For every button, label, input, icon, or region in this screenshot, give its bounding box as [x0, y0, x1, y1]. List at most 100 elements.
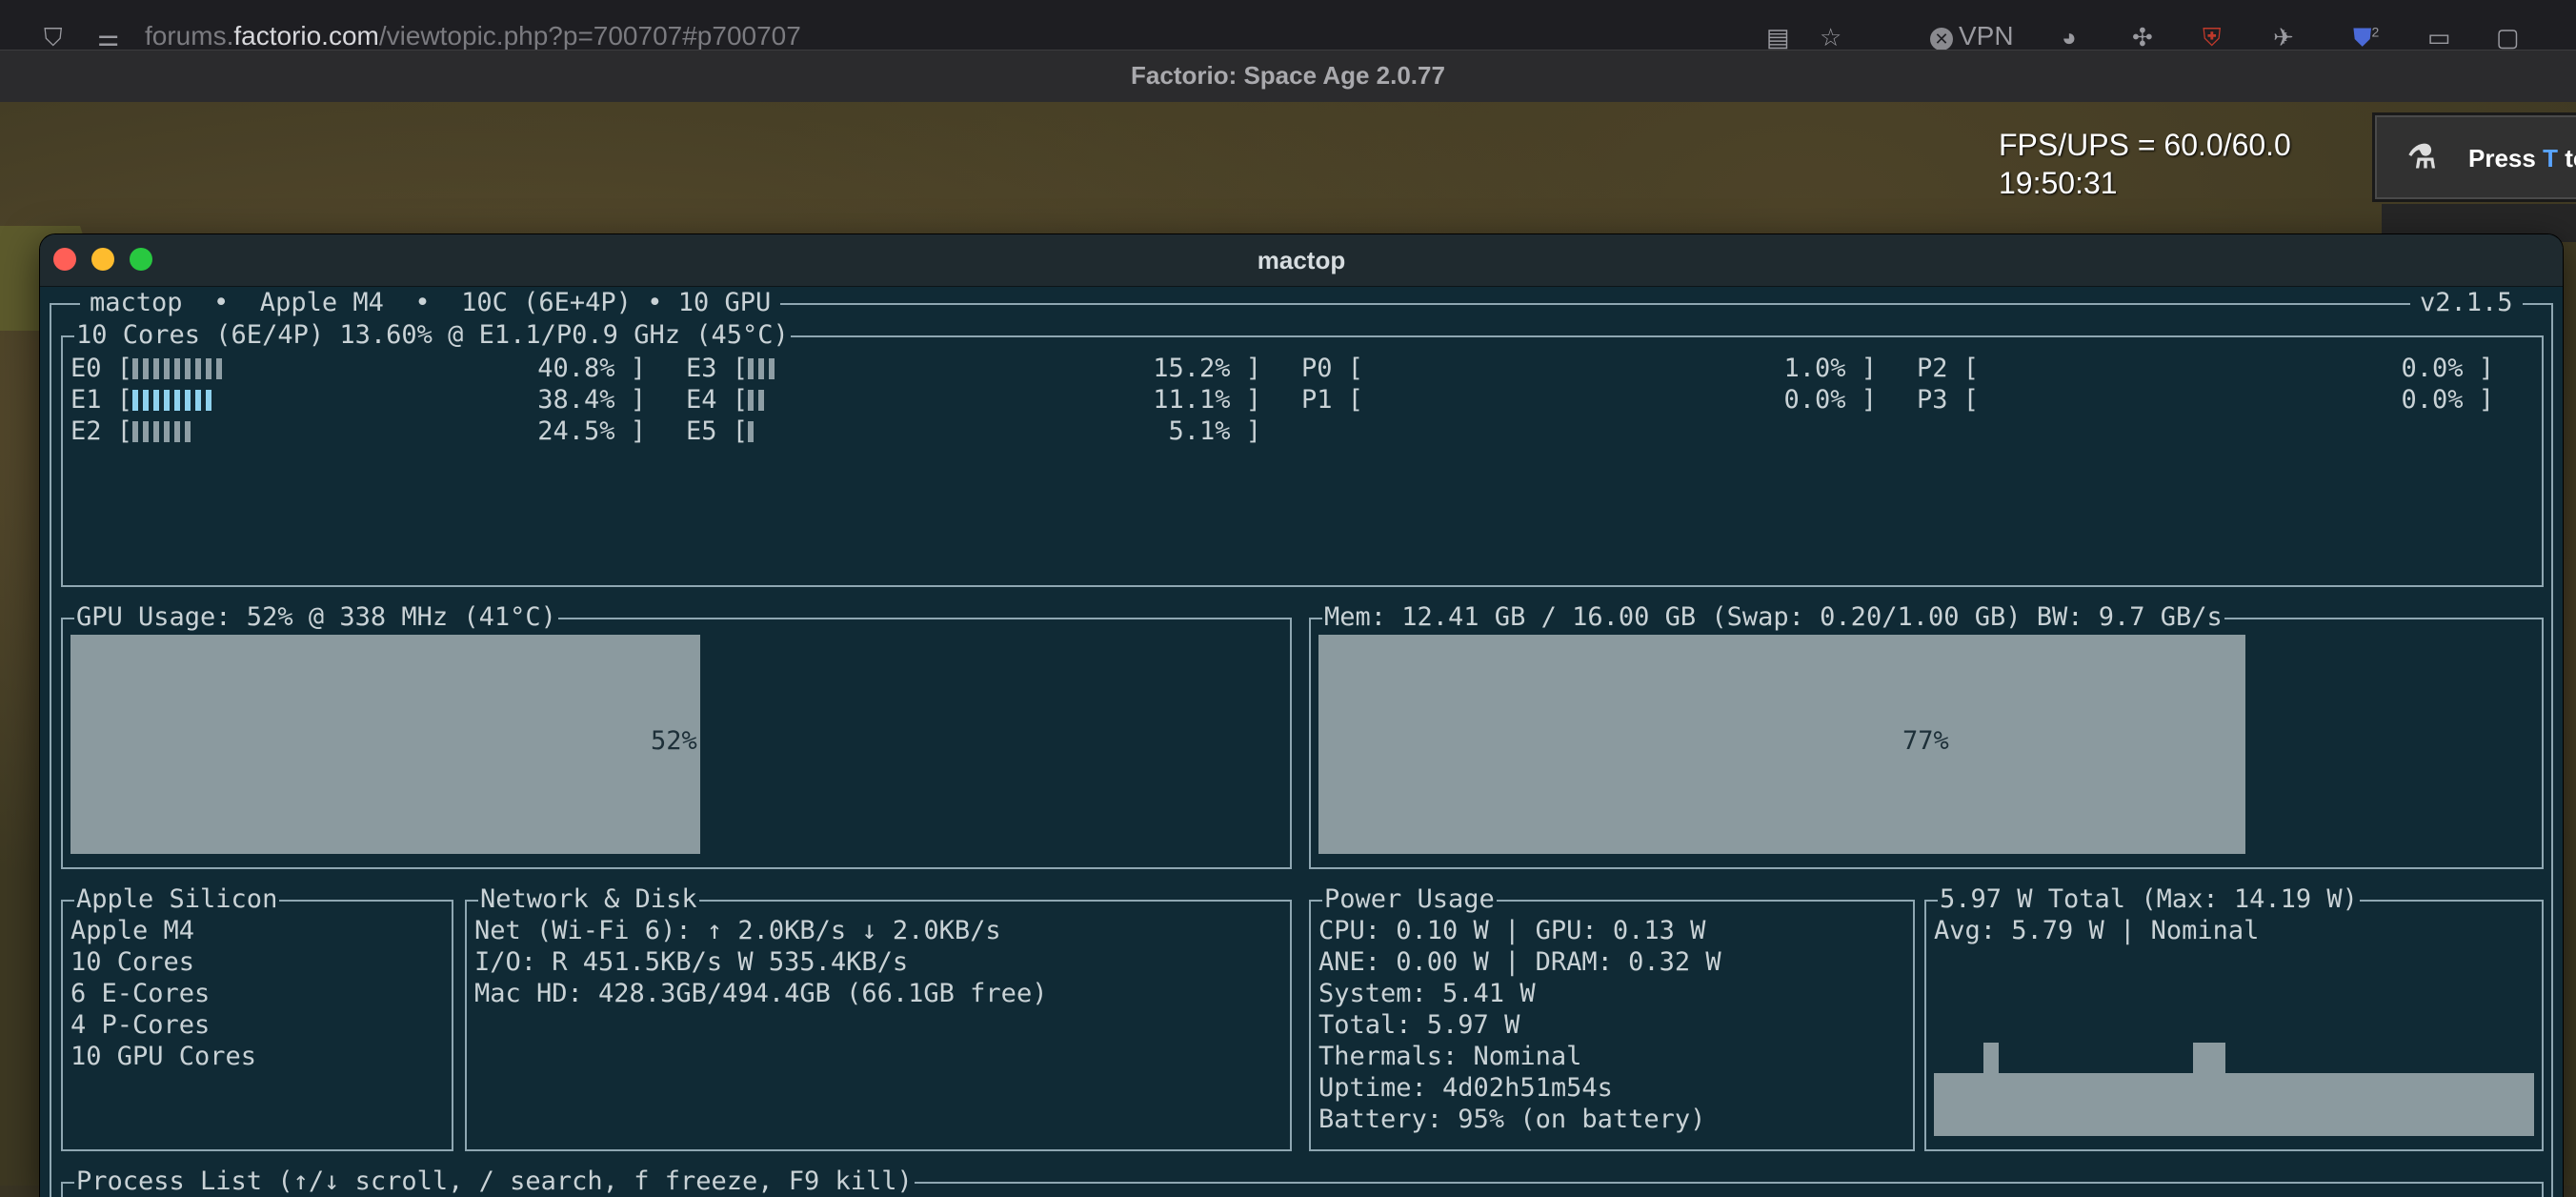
core-usage-segment [164, 421, 171, 442]
core-usage-segment [132, 358, 139, 379]
power-line: CPU: 0.10 W | GPU: 0.13 W [1318, 916, 1706, 945]
terminal-title: mactop [1257, 246, 1346, 274]
core-percent-value: 38.4% [537, 385, 615, 415]
address-bar[interactable]: forums.factorio.com/viewtopic.php?p=7007… [145, 21, 801, 50]
core-label: E2 [70, 416, 102, 446]
memory-usage-gauge [1318, 635, 2245, 854]
reader-view-icon[interactable]: ▤ [1766, 23, 1790, 50]
cpu-core-e1: E1 [ [70, 384, 216, 416]
core-usage-segment [185, 390, 191, 411]
browser-toolbar: ⛉ ⚌ forums.factorio.com/viewtopic.php?p=… [0, 0, 2576, 50]
core-percent-value: 1.0% [1783, 354, 1846, 383]
gpu-usage-percent: 52% [651, 726, 697, 756]
core-percent-value: 24.5% [537, 416, 615, 446]
core-label: P1 [1301, 385, 1333, 415]
mactop-header: mactop • Apple M4 • 10C (6E+4P) • 10 GPU [80, 288, 781, 317]
game-window-title: Factorio: Space Age 2.0.77 [0, 50, 2576, 103]
extension-mask-icon[interactable]: ◕ [2062, 23, 2077, 50]
extension-shield-icon[interactable]: ⛊2 [2353, 23, 2379, 50]
cpu-core-e3: E3 [ [686, 353, 779, 384]
power-line: Uptime: 4d02h51m54s [1318, 1073, 1613, 1103]
core-usage-segment [206, 358, 212, 379]
vpn-label: VPN [1959, 21, 2014, 50]
power-line: System: 5.41 W [1318, 979, 1536, 1008]
cpu-core-e5: E5 [ [686, 416, 758, 447]
power-line: Total: 5.97 W [1318, 1010, 1520, 1040]
silicon-line: Apple M4 [70, 916, 195, 945]
power-sparkline-spike [2193, 1043, 2225, 1075]
window-icon[interactable]: ▢ [2496, 23, 2520, 50]
research-hint-box[interactable]: ⚗ Press T to [2372, 112, 2576, 202]
mactop-version: v2.1.5 [2410, 288, 2523, 317]
minimize-window-button[interactable] [91, 248, 114, 271]
core-percent: 38.4% ] [537, 385, 646, 415]
extension-badge-count: 2 [2371, 24, 2380, 40]
core-percent: 11.1% ] [1153, 385, 1261, 415]
hint-key: T [2543, 144, 2558, 172]
core-percent: 0.0% ] [2401, 354, 2494, 383]
core-percent: 0.0% ] [2401, 385, 2494, 415]
cpu-core-e0: E0 [ [70, 353, 227, 384]
power-sparkline-base [1934, 1073, 2534, 1136]
fps-ups-text: FPS/UPS = 60.0/60.0 [1999, 128, 2291, 162]
gpu-panel-title: GPU Usage: 52% @ 338 MHz (41°C) [74, 602, 558, 633]
url-path: /viewtopic.php?p=700707#p700707 [378, 21, 801, 50]
bookmark-star-icon[interactable]: ☆ [1820, 23, 1841, 50]
core-usage-segment [758, 358, 765, 379]
sidebar-icon[interactable]: ▭ [2427, 23, 2451, 50]
cpu-core-p2: P2 [ [1917, 354, 1980, 383]
core-label: E0 [70, 354, 102, 383]
cpu-core-e4: E4 [ [686, 384, 769, 416]
core-usage-segment [153, 390, 160, 411]
extension-bird-icon[interactable]: ✈ [2273, 23, 2294, 50]
process-list-panel[interactable]: Process List (↑/↓ scroll, / search, f fr… [61, 1167, 2544, 1197]
cpu-core-e2: E2 [ [70, 416, 195, 447]
close-circle-icon: ✕ [1930, 28, 1953, 50]
core-usage-segment [206, 390, 212, 411]
core-label: P2 [1917, 354, 1948, 383]
core-percent-value: 0.0% [2401, 354, 2464, 383]
power-line: ANE: 0.00 W | DRAM: 0.32 W [1318, 947, 1721, 977]
core-usage-segment [143, 358, 150, 379]
core-usage-segment [216, 358, 223, 379]
game-clock: 19:50:31 [1999, 166, 2118, 200]
core-percent: 24.5% ] [537, 416, 646, 446]
cpu-core-p1: P1 [ [1301, 385, 1364, 415]
core-usage-segment [185, 421, 191, 442]
close-window-button[interactable] [53, 248, 76, 271]
vpn-button[interactable]: ✕ VPN [1930, 21, 2014, 50]
core-usage-segment [132, 390, 139, 411]
core-label: P3 [1917, 385, 1948, 415]
core-label: E1 [70, 385, 102, 415]
shield-icon[interactable]: ⛉ [44, 23, 63, 50]
core-usage-segment [748, 390, 755, 411]
core-percent-value: 0.0% [2401, 385, 2464, 415]
power-panel-title: Power Usage [1322, 884, 1497, 915]
silicon-line: 10 Cores [70, 947, 195, 977]
core-usage-segment [195, 390, 202, 411]
ublock-icon[interactable]: ⛨ [2203, 23, 2222, 50]
network-line: Net (Wi-Fi 6): ↑ 2.0KB/s ↓ 2.0KB/s [474, 916, 1001, 945]
zoom-window-button[interactable] [130, 248, 152, 271]
research-hint-text: Press T to [2468, 144, 2576, 172]
core-percent: 0.0% ] [1783, 385, 1877, 415]
extensions-puzzle-icon[interactable]: ✣ [2132, 23, 2153, 50]
core-usage-segment [195, 358, 202, 379]
core-usage-segment [758, 390, 765, 411]
core-usage-segment [143, 390, 150, 411]
silicon-panel-title: Apple Silicon [74, 884, 280, 915]
site-settings-icon[interactable]: ⚌ [97, 23, 119, 50]
core-percent-value: 0.0% [1783, 385, 1846, 415]
core-label: E3 [686, 354, 717, 383]
silicon-line: 6 E-Cores [70, 979, 211, 1008]
network-line: Mac HD: 428.3GB/494.4GB (66.1GB free) [474, 979, 1048, 1008]
terminal-titlebar: mactop [40, 234, 2563, 287]
core-usage-segment [153, 358, 160, 379]
core-percent-value: 15.2% [1153, 354, 1231, 383]
total-power-title: 5.97 W Total (Max: 14.19 W) [1938, 884, 2360, 915]
core-percent: 40.8% ] [537, 354, 646, 383]
gpu-usage-gauge [70, 635, 700, 854]
process-list-title: Process List (↑/↓ scroll, / search, f fr… [74, 1167, 915, 1197]
cpu-panel-title: 10 Cores (6E/4P) 13.60% @ E1.1/P0.9 GHz … [74, 320, 791, 351]
silicon-line: 4 P-Cores [70, 1010, 211, 1040]
